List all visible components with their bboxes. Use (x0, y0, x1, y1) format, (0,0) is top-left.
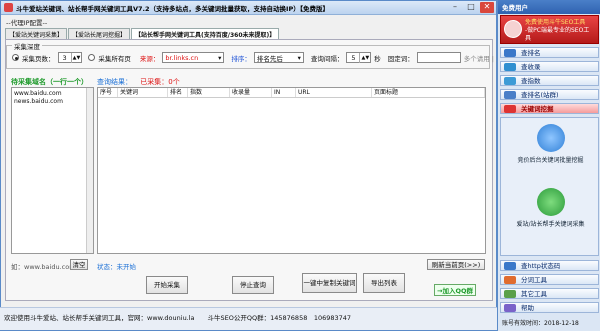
domains-label: 待采集域名（一行一个） (11, 78, 88, 86)
menu-check-index[interactable]: 查指数 (500, 75, 599, 86)
copy-keywords-button[interactable]: 一键中复制关键词 (302, 273, 357, 293)
right-panel-title: 免费用户 (498, 0, 600, 14)
title-bar[interactable]: 斗牛爱站关键词、站长帮手网关键词工具V7.2（支持多站点，多关键词批量获取，支持… (1, 1, 496, 15)
chart-icon (504, 77, 516, 85)
interval-unit: 秒 (374, 54, 381, 63)
proxy-config-link[interactable]: --代理IP配置-- (6, 17, 47, 27)
chevron-down-icon: ▾ (297, 53, 301, 62)
join-qq-button[interactable]: →加入QQ群 (434, 284, 476, 296)
by-pages-label: 采集页数： (22, 54, 55, 63)
col-in[interactable]: IN (272, 88, 296, 97)
minimize-button[interactable]: – (448, 2, 462, 13)
all-pages-label: 采集所有页 (98, 54, 131, 63)
user-banner: 免费使用斗牛SEO工具 -做PC端最专业的SEO工具 (500, 15, 599, 44)
options-row: 采集页数： 3 ▲▼ 采集所有页 来源： br.links.cn ▾ 排序： 排… (12, 52, 509, 63)
refresh-page-button[interactable]: 刷新当前页(>>) (427, 259, 485, 270)
menu-other-tools[interactable]: 其它工具 (500, 288, 599, 299)
tools-icon (536, 188, 565, 216)
all-pages-radio[interactable] (88, 54, 96, 61)
other-tools-icon (504, 290, 516, 298)
domain-example: 如：www.baidu.com (11, 263, 76, 271)
interval-label: 查询间隔： (310, 54, 344, 63)
domains-textarea[interactable]: www.baidu.com news.baidu.com (11, 87, 94, 254)
pig-logo-icon (504, 20, 522, 38)
http-icon (504, 262, 516, 270)
menu-keyword-mining[interactable]: 关键词挖掘 (500, 103, 599, 114)
col-page-title[interactable]: 页面标题 (372, 88, 485, 97)
interval-stepper[interactable]: 5 ▲▼ (346, 52, 372, 63)
start-button[interactable]: 开始采集 (146, 276, 188, 294)
menu-check-rank[interactable]: 查排名 (500, 47, 599, 58)
stepper-arrows-icon[interactable]: ▲▼ (359, 52, 370, 63)
sites-icon (504, 91, 516, 99)
close-button[interactable]: ✕ (480, 2, 494, 13)
chevron-down-icon: ▾ (218, 53, 222, 62)
segment-icon (504, 276, 516, 284)
filter-input[interactable] (416, 52, 461, 63)
col-keyword[interactable]: 关键词 (118, 88, 168, 97)
mining-icon (504, 105, 516, 113)
depth-legend: 采集深度 (12, 41, 42, 51)
col-index-value[interactable]: 指数 (188, 88, 230, 97)
stepper-arrows-icon[interactable]: ▲▼ (70, 52, 82, 63)
menu-help[interactable]: 帮助 (500, 302, 599, 313)
domain-line: news.baidu.com (14, 98, 63, 105)
by-pages-radio[interactable] (12, 54, 19, 61)
tools-panel: 竞价后台关键词批量挖掘 爱站/站长帮手关键词采集 (500, 117, 599, 256)
bid-keyword-mining-button[interactable]: 竞价后台关键词批量挖掘 (506, 122, 595, 180)
menu-check-rank-sites[interactable]: 查排名(站群) (500, 89, 599, 100)
sort-label: 排序： (231, 54, 251, 63)
rank-icon (504, 49, 516, 57)
filter-label: 固定词： (387, 54, 414, 63)
domains-scrollbar[interactable] (86, 88, 93, 253)
run-status: 状态：未开始 (97, 263, 136, 271)
indexed-icon (504, 63, 516, 71)
results-table[interactable]: 序号 关键词 排名 指数 收录量 IN URL 页面标题 (97, 87, 486, 254)
window-title: 斗牛爱站关键词、站长帮手网关键词工具V7.2（支持多站点，多关键词批量获取，支持… (16, 4, 329, 13)
table-header: 序号 关键词 排名 指数 收录量 IN URL 页面标题 (98, 88, 485, 98)
pages-stepper[interactable]: 3 ▲▼ (57, 52, 83, 63)
sort-select[interactable]: 排名先后 ▾ (253, 52, 304, 63)
col-rank[interactable]: 排名 (168, 88, 188, 97)
menu-http-status[interactable]: 查http状态码 (500, 260, 599, 271)
maximize-button[interactable]: □ (464, 2, 478, 13)
stop-button[interactable]: 停止查询 (232, 276, 274, 294)
col-index[interactable]: 序号 (98, 88, 118, 97)
right-panel: 免费用户 免费使用斗牛SEO工具 -做PC端最专业的SEO工具 查排名 查收录 … (497, 0, 600, 331)
clear-button[interactable]: 清空 (70, 259, 88, 270)
col-indexed[interactable]: 收录量 (230, 88, 272, 97)
domain-line: www.baidu.com (14, 90, 62, 97)
app-icon (4, 3, 13, 12)
col-url[interactable]: URL (296, 88, 372, 97)
menu-check-indexed[interactable]: 查收录 (500, 61, 599, 72)
export-button[interactable]: 导出列表 (363, 273, 405, 293)
aizhan-collect-button[interactable]: 爱站/站长帮手关键词采集 (506, 186, 595, 244)
source-label: 来源： (139, 54, 160, 63)
result-status: 查询结果： 已采集：0个 (97, 78, 180, 86)
source-select[interactable]: br.links.cn ▾ (162, 52, 225, 63)
menu-segmentation[interactable]: 分词工具 (500, 274, 599, 285)
status-bar: 欢迎使用斗牛爱站、站长帮手关键词工具，官网：www.douniu.la 斗牛SE… (0, 307, 497, 330)
collected-count: 已采集：0个 (140, 78, 180, 86)
help-icon (504, 304, 516, 312)
mining-bulb-icon (536, 124, 565, 152)
account-expiry: 账号有效时间：2018-12-18 (502, 320, 579, 327)
